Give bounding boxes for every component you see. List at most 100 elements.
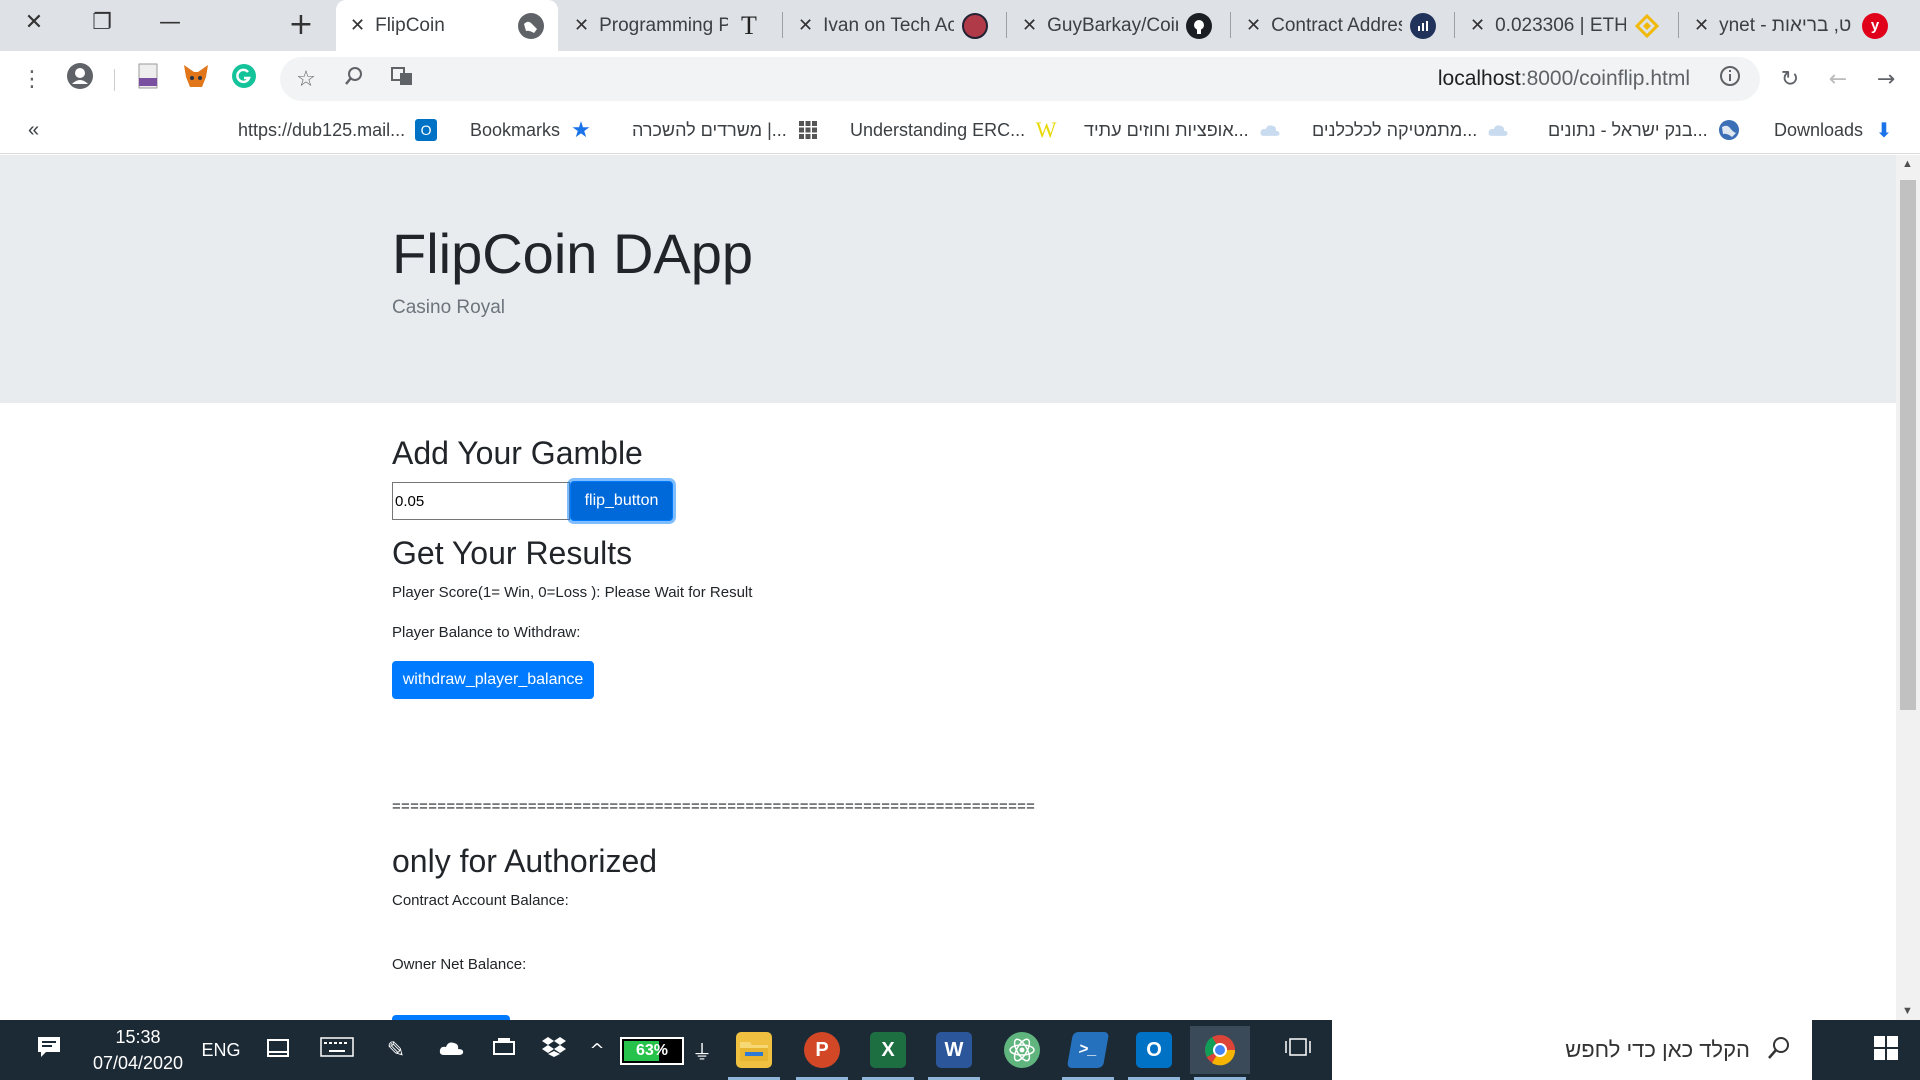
pen-workspace-button[interactable]: ✎ xyxy=(376,1020,416,1080)
bookmark-options-futures[interactable]: אופציות וחוזים עתיד... xyxy=(1084,116,1281,144)
new-tab-button[interactable]: + xyxy=(281,6,321,42)
dropbox-button[interactable] xyxy=(534,1020,574,1080)
dropbox-icon xyxy=(542,1036,566,1064)
taskbar-app-outlook[interactable]: O xyxy=(1124,1026,1184,1080)
tab-close-icon[interactable]: ✕ xyxy=(1022,15,1037,36)
back-button[interactable]: ← xyxy=(1820,61,1856,97)
scroll-thumb[interactable] xyxy=(1900,180,1916,710)
desktop-button[interactable] xyxy=(256,1020,300,1080)
info-icon xyxy=(1719,65,1741,93)
start-button[interactable] xyxy=(1852,1020,1920,1080)
tab-binance[interactable]: ✕ 0.023306 | ETHB xyxy=(1456,0,1674,51)
url-host: localhost xyxy=(1437,67,1521,90)
bookmark-dub125-mail[interactable]: https://dub125.mail... O xyxy=(238,116,438,144)
zoom-button[interactable] xyxy=(336,61,372,97)
clock[interactable]: 15:38 07/04/2020 xyxy=(78,1024,198,1076)
tab-github[interactable]: ✕ GuyBarkay/Coin xyxy=(1008,0,1226,51)
bookmarks-overflow-button[interactable]: « xyxy=(28,116,39,144)
tab-flipcoin[interactable]: ✕ FlipCoin xyxy=(336,0,558,51)
touch-keyboard-button[interactable] xyxy=(314,1020,360,1080)
jumbotron: FlipCoin DApp Casino Royal xyxy=(0,155,1896,403)
chrome-icon xyxy=(1202,1032,1238,1068)
metamask-extension-button[interactable] xyxy=(178,61,214,97)
github-icon xyxy=(1186,12,1212,39)
show-hidden-icons-button[interactable]: ^ xyxy=(582,1020,612,1080)
url-path: :8000/coinflip.html xyxy=(1520,67,1690,90)
tab-close-icon[interactable]: ✕ xyxy=(350,15,365,36)
printer-icon xyxy=(492,1037,516,1063)
section-divider: ========================================… xyxy=(392,798,1036,815)
tab-close-icon[interactable]: ✕ xyxy=(1470,15,1485,36)
notifications-button[interactable] xyxy=(24,1020,74,1080)
taskbar-app-file-explorer[interactable] xyxy=(724,1026,784,1080)
close-window-button[interactable]: ✕ xyxy=(0,0,68,44)
tab-close-icon[interactable]: ✕ xyxy=(1694,15,1709,36)
taskbar-app-atom[interactable] xyxy=(992,1026,1052,1074)
folder-icon xyxy=(736,1032,772,1068)
player-balance-text: Player Balance to Withdraw: xyxy=(392,624,581,641)
bookmark-office-rental[interactable]: משרדים להשכרה |... xyxy=(632,116,819,144)
bookmark-bookmarks[interactable]: Bookmarks ★ xyxy=(470,116,592,144)
academy-icon xyxy=(962,12,988,39)
forward-button[interactable]: → xyxy=(1868,61,1904,97)
bookmark-star-button[interactable]: ☆ xyxy=(288,61,324,97)
taskbar-app-powershell[interactable]: >_ xyxy=(1058,1026,1118,1080)
site-info-button[interactable] xyxy=(1712,61,1748,97)
bookmark-bank-of-israel[interactable]: בנק ישראל - נתונים... xyxy=(1548,116,1740,144)
grid-icon xyxy=(797,119,819,141)
bookmark-math-economists[interactable]: מתמטיקה לכלכלנים... xyxy=(1312,116,1509,144)
restore-window-button[interactable]: ❐ xyxy=(68,0,136,44)
tab-separator xyxy=(1006,12,1007,38)
scroll-up-icon[interactable]: ▲ xyxy=(1902,158,1913,170)
profile-button[interactable] xyxy=(62,61,98,97)
battery-indicator[interactable]: 63% xyxy=(620,1037,684,1065)
language-indicator[interactable]: ENG xyxy=(200,1020,242,1080)
tab-title: 0.023306 | ETHB xyxy=(1495,14,1626,36)
ynet-icon: y xyxy=(1862,12,1888,39)
tab-close-icon[interactable]: ✕ xyxy=(798,15,813,36)
tab-programming[interactable]: ✕ Programming P T xyxy=(560,0,776,51)
tab-close-icon[interactable]: ✕ xyxy=(1246,15,1261,36)
bookmark-downloads[interactable]: Downloads ⬇ xyxy=(1774,116,1895,144)
metamask-fox-icon xyxy=(182,63,210,95)
page-scrollbar[interactable]: ▲ ▼ xyxy=(1896,155,1920,1020)
minimize-window-button[interactable]: — xyxy=(136,0,204,44)
bookmark-understanding-erc[interactable]: Understanding ERC... W xyxy=(850,116,1057,144)
kebab-menu-icon: ⋮ xyxy=(21,66,43,92)
browser-toolbar: ⋮ ☆ localhost:8000/coinflip.html ↻ ← → xyxy=(0,51,1920,106)
tab-ivan-on-tech[interactable]: ✕ Ivan on Tech Ac xyxy=(784,0,1002,51)
onedrive-button[interactable] xyxy=(430,1020,474,1080)
tab-contract-address[interactable]: ✕ Contract Addres xyxy=(1232,0,1450,51)
pdf-extension-button[interactable] xyxy=(130,61,166,97)
cloud-icon xyxy=(438,1038,466,1063)
tab-ynet[interactable]: ✕ ynet - ט, בריאות y xyxy=(1680,0,1902,51)
taskbar-search-box[interactable]: הקלד כאן כדי לחפש xyxy=(1332,1020,1812,1080)
address-bar[interactable]: ☆ localhost:8000/coinflip.html xyxy=(280,57,1760,101)
owner-balance-text: Owner Net Balance: xyxy=(392,956,527,973)
pdf-icon xyxy=(136,63,160,95)
grammarly-extension-button[interactable] xyxy=(226,61,262,97)
withdraw-player-balance-button[interactable]: withdraw_player_balance xyxy=(392,661,594,699)
taskbar-app-chrome[interactable] xyxy=(1190,1026,1250,1080)
gamble-amount-input[interactable] xyxy=(392,482,570,520)
taskbar-app-excel[interactable]: X xyxy=(858,1026,918,1080)
tab-close-icon[interactable]: ✕ xyxy=(574,15,589,36)
authorized-heading: only for Authorized xyxy=(392,843,658,879)
tab-separator xyxy=(1454,12,1455,38)
results-heading: Get Your Results xyxy=(392,535,633,571)
taskbar-app-word[interactable]: W xyxy=(924,1026,984,1080)
tab-separator xyxy=(1678,12,1679,38)
scroll-down-icon[interactable]: ▼ xyxy=(1902,1005,1913,1017)
reload-button[interactable]: ↻ xyxy=(1772,61,1808,97)
toolbar-separator xyxy=(114,69,115,91)
bookmark-label: Bookmarks xyxy=(470,119,561,140)
task-view-button[interactable] xyxy=(1278,1020,1318,1080)
menu-button[interactable]: ⋮ xyxy=(14,61,50,97)
taskbar-app-powerpoint[interactable]: P xyxy=(792,1026,852,1080)
profile-icon xyxy=(66,62,94,96)
flip-button[interactable]: flip_button xyxy=(570,481,673,521)
translate-button[interactable] xyxy=(384,61,420,97)
device-button[interactable] xyxy=(484,1020,524,1080)
word-icon: W xyxy=(936,1032,972,1068)
powerpoint-icon: P xyxy=(804,1032,840,1068)
